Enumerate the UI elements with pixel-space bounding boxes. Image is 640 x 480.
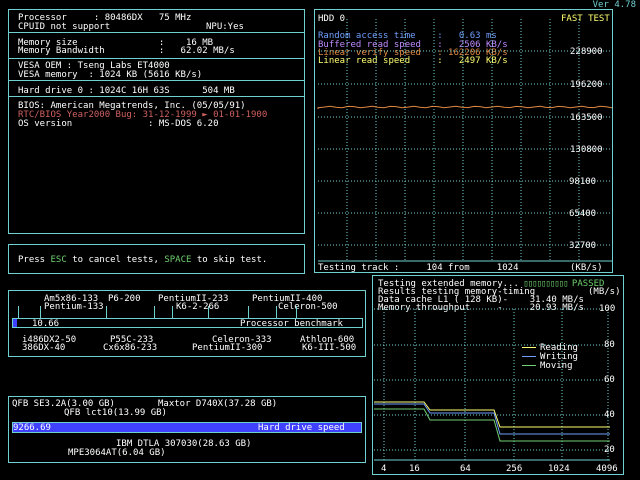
- hdd-y-tick: 163500: [570, 113, 603, 123]
- esc-key: ESC: [50, 255, 67, 265]
- hdd-y-tick: 98100: [569, 177, 597, 187]
- space-key: SPACE: [164, 255, 192, 265]
- testing-track-status: Testing track : 104 from 1024: [318, 263, 519, 273]
- hd-reference-label: QFB lct10(13.99 GB): [64, 408, 167, 418]
- memory-x-tick: 4: [381, 464, 387, 474]
- memory-y-tick: 80: [604, 340, 615, 350]
- hint-text: Press ESC to cancel tests, SPACE to skip…: [18, 255, 268, 265]
- hd-benchmark-value: 9266.69: [13, 423, 51, 433]
- memory-bandwidth: Memory Bandwidth : 62.02 MB/s: [18, 46, 235, 56]
- reference-tick: [276, 306, 277, 318]
- hdd-speed-trace: [317, 105, 613, 109]
- cpu-reference-label: P6-200: [108, 294, 141, 304]
- memory-x-tick: 1024: [548, 464, 570, 474]
- legend-swatch: [522, 347, 536, 348]
- memory-x-tick: 4096: [596, 464, 618, 474]
- hdd-y-tick: 32700: [569, 241, 597, 251]
- os-version: OS version : MS-DOS 6.20: [18, 119, 219, 129]
- cpu-reference-label: Cx6x86-233: [103, 343, 158, 353]
- cpu-reference-label: K6-III-500: [302, 343, 357, 353]
- vesa-memory: VESA memory : 1024 KB (5616 KB/s): [18, 70, 203, 80]
- divider: [9, 96, 304, 97]
- reference-tick: [40, 306, 41, 318]
- hdd-y-tick: 130800: [570, 145, 603, 155]
- legend-swatch: [522, 365, 536, 366]
- divider: [9, 58, 304, 59]
- hd-reference-label: MPE3064AT(6.04 GB): [68, 448, 166, 458]
- hd-reference-label: Maxtor D740X(37.28 GB): [158, 399, 278, 409]
- reference-tick: [18, 306, 19, 318]
- memory-timing-graph: [374, 308, 610, 461]
- memory-x-tick: 64: [460, 464, 471, 474]
- reference-tick: [154, 306, 155, 318]
- memory-y-tick: 20: [604, 445, 615, 455]
- divider: [9, 32, 304, 33]
- hard-drive-info: Hard drive 0 : 1024C 16H 63S 504 MB: [18, 86, 235, 96]
- memory-y-tick: 40: [604, 410, 615, 420]
- reference-tick: [106, 306, 107, 318]
- npu-info: NPU:Yes: [206, 22, 244, 32]
- legend-swatch: [522, 356, 536, 357]
- cpu-reference-label: Celeron-500: [278, 302, 338, 312]
- cpu-benchmark-value: 10.66: [32, 319, 60, 329]
- hd-benchmark-label: Hard drive speed: [258, 423, 345, 433]
- legend-item: Moving: [522, 361, 573, 371]
- hdd-y-tick: 196200: [570, 80, 603, 90]
- reference-tick: [172, 306, 173, 318]
- memory-y-tick: 100: [599, 304, 616, 314]
- memory-y-tick: 60: [604, 375, 615, 385]
- hdd-y-tick: 228900: [570, 47, 603, 57]
- hdd-unit: (KB/s): [570, 263, 603, 273]
- memory-x-tick: 256: [506, 464, 523, 474]
- cpu-benchmark-fill: [13, 319, 17, 327]
- cpuid-info: CPUID not support: [18, 22, 111, 32]
- cpu-reference-label: PentiumII-300: [192, 343, 263, 353]
- cpu-reference-label: Pentium-133: [44, 302, 104, 312]
- reference-tick: [296, 306, 297, 318]
- memory-x-tick: 16: [409, 464, 420, 474]
- memory-series-moving: [374, 408, 610, 442]
- hdd-y-tick: 65400: [569, 209, 597, 219]
- legend-label: Moving: [540, 361, 573, 371]
- divider: [9, 80, 304, 81]
- cpu-reference-label: 386DX-40: [22, 343, 66, 353]
- cpu-benchmark-label: Processor benchmark: [240, 319, 343, 329]
- reference-tick: [248, 306, 249, 318]
- reference-tick: [208, 306, 209, 318]
- cpu-reference-label: K6-2-266: [176, 302, 220, 312]
- hdd-speed-graph: [317, 19, 613, 262]
